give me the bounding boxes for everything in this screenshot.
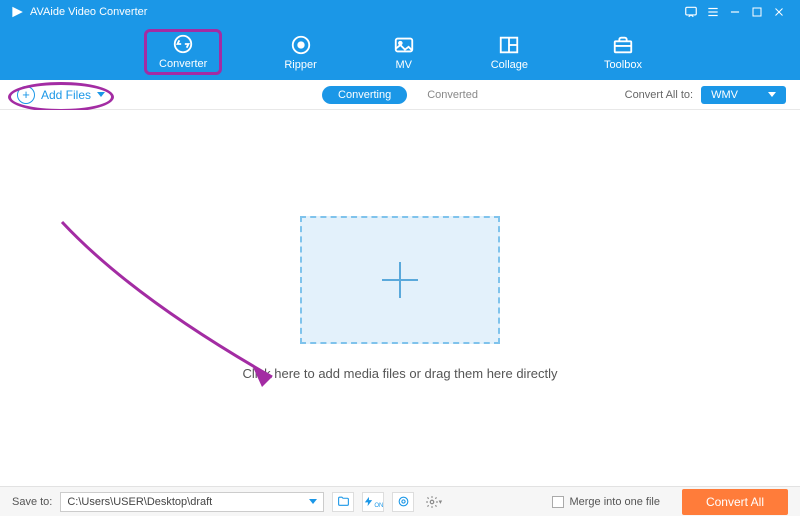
save-path-value: C:\Users\USER\Desktop\draft [67, 496, 212, 508]
tab-ripper[interactable]: Ripper [270, 31, 330, 74]
feedback-icon[interactable] [680, 1, 702, 23]
toolbox-icon [612, 34, 634, 56]
tab-converting-label: Converting [338, 89, 391, 101]
main-area: Click here to add media files or drag th… [0, 110, 800, 486]
convert-all-button[interactable]: Convert All [682, 489, 788, 515]
tab-converted-label: Converted [427, 89, 478, 101]
convert-all-to: Convert All to: WMV [625, 86, 786, 104]
tab-label: Converter [159, 58, 207, 70]
app-title: AVAide Video Converter [30, 6, 147, 18]
converter-icon [172, 33, 194, 55]
tab-label: Collage [491, 59, 528, 71]
tab-label: MV [395, 59, 412, 71]
minimize-icon[interactable] [724, 1, 746, 23]
tab-toolbox[interactable]: Toolbox [590, 31, 656, 74]
tab-converted[interactable]: Converted [427, 89, 478, 101]
maximize-icon[interactable] [746, 1, 768, 23]
hardware-accel-button[interactable]: ON [362, 492, 384, 512]
sub-toolbar: + Add Files Converting Converted Convert… [0, 80, 800, 110]
output-format-dropdown[interactable]: WMV [701, 86, 786, 104]
menu-icon[interactable] [702, 1, 724, 23]
app-logo-icon [10, 5, 24, 19]
convert-all-to-label: Convert All to: [625, 89, 693, 101]
tab-converting[interactable]: Converting [322, 86, 407, 104]
mv-icon [393, 34, 415, 56]
plus-circle-icon: + [17, 86, 35, 104]
tab-label: Toolbox [604, 59, 642, 71]
drop-zone-text: Click here to add media files or drag th… [242, 366, 557, 381]
title-bar: AVAide Video Converter [0, 0, 800, 24]
tab-mv[interactable]: MV [379, 31, 429, 74]
ripper-icon [290, 34, 312, 56]
chevron-down-icon [309, 499, 317, 504]
merge-label: Merge into one file [569, 496, 660, 508]
save-to-label: Save to: [12, 496, 52, 508]
chevron-down-icon [97, 92, 105, 97]
convert-all-label: Convert All [706, 495, 764, 509]
tab-label: Ripper [284, 59, 316, 71]
add-files-label: Add Files [41, 88, 91, 102]
status-tabs: Converting Converted [322, 86, 478, 104]
drop-zone[interactable] [300, 216, 500, 344]
close-icon[interactable] [768, 1, 790, 23]
main-nav: Converter Ripper MV Collage Toolbox [0, 24, 800, 80]
merge-checkbox[interactable]: Merge into one file [552, 496, 660, 508]
footer-bar: Save to: C:\Users\USER\Desktop\draft ON … [0, 486, 800, 516]
output-format-value: WMV [711, 89, 738, 101]
save-path-dropdown[interactable]: C:\Users\USER\Desktop\draft [60, 492, 324, 512]
collage-icon [498, 34, 520, 56]
checkbox-icon [552, 496, 564, 508]
tab-collage[interactable]: Collage [477, 31, 542, 74]
tab-converter[interactable]: Converter [144, 29, 222, 75]
open-folder-button[interactable] [332, 492, 354, 512]
settings-button[interactable]: ▾ [422, 492, 444, 512]
chevron-down-icon [768, 92, 776, 97]
add-files-button[interactable]: + Add Files [14, 83, 117, 107]
high-speed-button[interactable] [392, 492, 414, 512]
plus-icon [382, 262, 418, 298]
